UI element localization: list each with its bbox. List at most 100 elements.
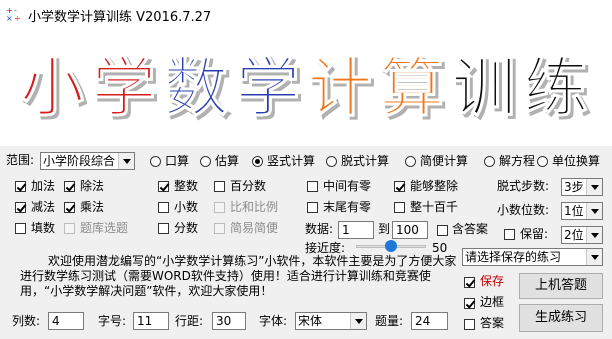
chevron-down-icon[interactable] [586,203,602,219]
mode-radio[interactable] [484,156,495,167]
fontsize-input[interactable]: 11 [133,312,169,330]
mode-label: 简便计算 [420,154,469,168]
mode-radio[interactable] [326,156,337,167]
exact-checkbox[interactable] [394,181,405,192]
font-select[interactable]: 宋体 [295,312,367,330]
mul-checkbox[interactable] [64,202,75,213]
keep-label: 保留: [520,227,549,241]
steps-select[interactable]: 3步 [561,178,603,196]
tiku-checkbox[interactable] [64,223,75,234]
mode-label: 估算 [215,154,240,168]
round-checkbox[interactable] [394,202,405,213]
app-icon: + - × ÷ [6,6,21,22]
chevron-down-icon[interactable] [586,227,602,243]
mode-label: 解方程 [499,154,536,168]
mul-label: 乘法 [80,200,105,214]
range-value: 小学阶段综合 [43,154,116,168]
banner-char: 学 [236,52,300,126]
keep-select[interactable]: 2位 [561,226,603,244]
int-checkbox[interactable] [158,181,169,192]
spacing-label: 行距: [175,314,204,328]
description-text: 欢迎使用潜龙编写的“小学数学计算练习”小软件，本软件主要是为了方便大家进行数学练… [20,254,457,298]
endzero-checkbox[interactable] [307,202,318,213]
answer-label: 含答案 [452,222,489,236]
endzero-label: 末尾有零 [323,200,372,214]
banner-char: 学 [92,52,156,126]
mode-radio[interactable] [405,156,416,167]
sub-checkbox[interactable] [15,202,26,213]
mode-radio[interactable] [150,156,161,167]
fontsize-label: 字号: [98,314,127,328]
banner-char: 算 [380,52,444,126]
banner: 小学数学计算训练 [0,28,612,146]
cols-label: 列数: [12,314,41,328]
window-title: 小学数学计算训练 V2016.7.27 [28,10,212,25]
decimals-value: 1位 [564,204,584,218]
cols-input[interactable]: 4 [48,312,84,330]
banner-art: 小学数学计算训练 [20,52,589,127]
frac-checkbox[interactable] [158,223,169,234]
banner-char: 训 [452,52,516,126]
dec-label: 小数 [174,200,199,214]
banner-char: 练 [524,52,588,126]
saved-practice-select[interactable]: 请选择保存的练习 [462,248,603,266]
border-label: 边框 [480,295,505,309]
chevron-down-icon[interactable] [586,179,602,195]
round-label: 整十百千 [410,200,459,214]
numrange-from-input[interactable]: 1 [338,221,374,239]
title-bar: + - × ÷ 小学数学计算训练 V2016.7.27 [0,0,612,28]
font-label: 字体: [259,314,288,328]
font-value: 宋体 [298,314,323,328]
simple-label: 简易简便 [230,221,279,235]
simple-checkbox[interactable] [214,223,225,234]
count-label: 题量: [375,314,404,328]
closeness-slider-thumb[interactable] [385,240,397,252]
mode-radio[interactable] [537,156,548,167]
count-input[interactable]: 24 [411,312,448,330]
save-label: 保存 [480,274,505,288]
save-checkbox[interactable] [464,277,475,288]
online-answer-button[interactable]: 上机答题 [519,273,603,299]
banner-char: 计 [308,52,372,126]
banner-char: 数 [164,52,228,126]
app-window: + - × ÷ 小学数学计算训练 V2016.7.27 小学数学计算训练 范围:… [0,0,612,339]
chevron-down-icon[interactable] [350,313,366,329]
spacing-input[interactable]: 30 [212,312,246,330]
tiankong-label: 填数 [31,221,56,235]
numrange-to-input[interactable]: 100 [392,221,428,239]
div-checkbox[interactable] [64,181,75,192]
svg-text:÷: ÷ [14,14,21,22]
mode-radio[interactable] [252,156,263,167]
dec-checkbox[interactable] [158,202,169,213]
numrange-label: 数据: [305,222,334,236]
exact-label: 能够整除 [410,179,459,193]
mode-label: 口算 [165,154,190,168]
steps-label: 脱式步数: [497,179,550,193]
tiankong-checkbox[interactable] [15,223,26,234]
add-checkbox[interactable] [15,181,26,192]
generate-practice-button[interactable]: 生成练习 [519,304,603,332]
pct-checkbox[interactable] [214,181,225,192]
keep-checkbox[interactable] [504,229,515,240]
decimals-select[interactable]: 1位 [561,202,603,220]
svg-text:×: × [6,14,13,22]
midzero-checkbox[interactable] [307,181,318,192]
border-checkbox[interactable] [464,298,475,309]
chevron-down-icon[interactable] [586,249,602,265]
answer2-label: 答案 [480,316,505,330]
chevron-down-icon[interactable] [118,153,134,169]
frac-label: 分数 [174,221,199,235]
ratio-checkbox[interactable] [214,202,225,213]
numrange-to-label: 到 [378,222,391,236]
mode-label: 脱式计算 [341,154,390,168]
answer2-checkbox[interactable] [464,319,475,330]
answer-checkbox[interactable] [437,225,448,236]
midzero-label: 中间有零 [323,179,372,193]
range-select[interactable]: 小学阶段综合 [40,152,135,170]
mode-radio[interactable] [200,156,211,167]
sub-label: 减法 [31,200,56,214]
steps-value: 3步 [564,180,584,194]
mode-label: 竖式计算 [267,154,316,168]
tiku-label: 题库选题 [80,221,129,235]
pct-label: 百分数 [230,179,267,193]
